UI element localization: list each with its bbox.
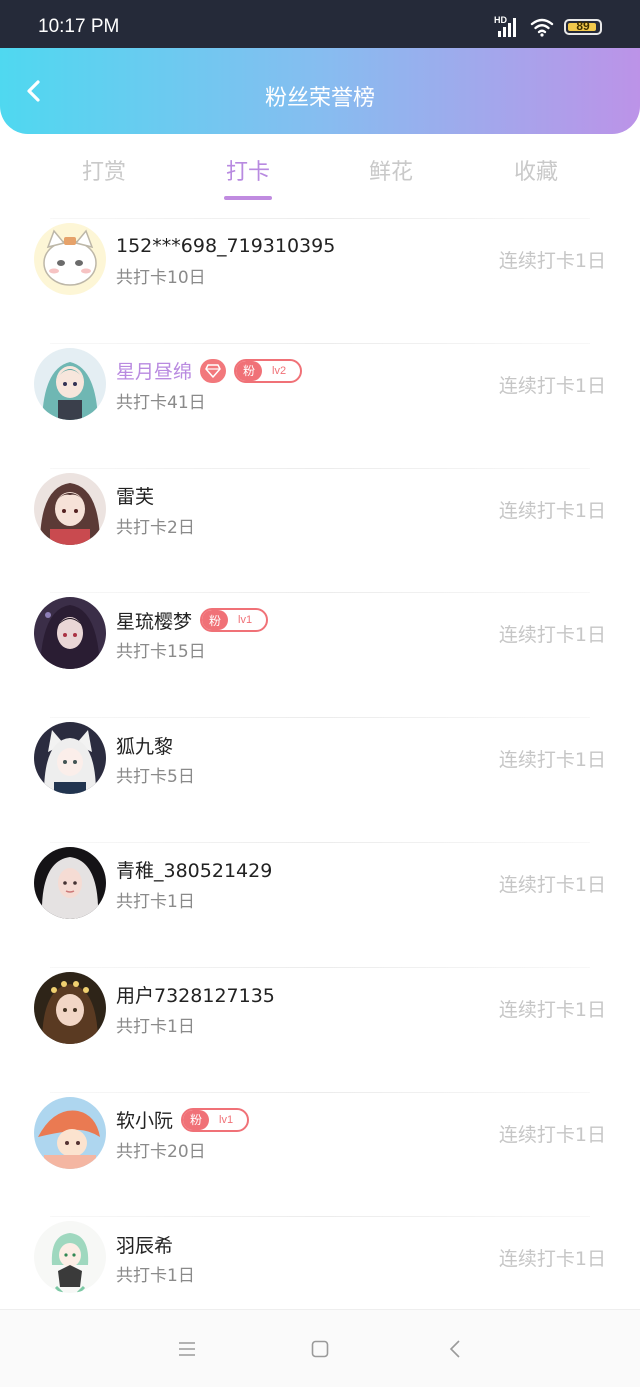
streak-label: 连续打卡1日: [498, 250, 606, 272]
name-line: 星琉樱梦 粉 lv1: [116, 607, 269, 633]
list-item[interactable]: 雷芙 共打卡2日 连续打卡1日: [0, 467, 640, 593]
avatar[interactable]: [34, 223, 106, 295]
fan-name: 青稚_380521429: [116, 860, 273, 883]
row-divider: [50, 1091, 590, 1093]
system-nav-bar: [0, 1309, 640, 1387]
fan-name: 星琉樱梦: [116, 610, 193, 633]
battery-level: 89: [576, 19, 590, 33]
fan-name: 雷芙: [116, 486, 155, 509]
avatar[interactable]: [34, 722, 106, 795]
total-checkins: 共打卡20日: [116, 1141, 206, 1162]
tab-indicator: [224, 196, 272, 200]
fan-name: 152***698_719310395: [116, 235, 336, 257]
wifi-icon: [530, 17, 554, 37]
tab-label: 打卡: [225, 160, 270, 185]
diamond-icon: [200, 358, 227, 383]
fan-level-badge: 粉 lv1: [181, 1107, 250, 1132]
tab-favorites[interactable]: 收藏: [486, 154, 586, 186]
total-checkins: 共打卡2日: [116, 517, 195, 538]
name-line: 狐九黎: [116, 732, 173, 758]
signal-icon: HD: [494, 15, 520, 38]
total-checkins: 共打卡1日: [116, 891, 195, 912]
row-divider: [50, 966, 590, 968]
name-line: 青稚_380521429: [116, 857, 272, 883]
tab-checkin[interactable]: 打卡: [198, 154, 298, 200]
list-item[interactable]: 星琉樱梦 粉 lv1 共打卡15日 连续打卡1日: [0, 592, 640, 717]
fan-badge-label: 粉: [183, 1109, 210, 1130]
row-divider: [50, 717, 590, 719]
tab-label: 打赏: [81, 160, 126, 185]
name-line: 羽辰希: [116, 1231, 173, 1257]
total-checkins: 共打卡1日: [116, 1266, 195, 1287]
total-checkins: 共打卡1日: [116, 1016, 195, 1037]
avatar[interactable]: [34, 597, 106, 670]
fan-level: lv1: [219, 1113, 234, 1126]
name-line: 152***698_719310395: [116, 233, 335, 259]
row-divider: [50, 841, 590, 843]
fan-name: 用户7328127135: [116, 985, 275, 1008]
avatar[interactable]: [34, 347, 106, 420]
row-divider: [50, 218, 590, 219]
streak-label: 连续打卡1日: [498, 749, 606, 772]
fan-level: lv1: [238, 614, 253, 627]
page-header: 粉丝荣誉榜: [0, 48, 640, 134]
row-divider: [50, 1216, 590, 1218]
fan-name: 软小阮: [116, 1110, 174, 1133]
total-checkins: 共打卡15日: [116, 642, 206, 663]
page-title: 粉丝荣誉榜: [264, 86, 375, 111]
list-item[interactable]: 152***698_719310395 共打卡10日 连续打卡1日: [0, 218, 640, 343]
avatar[interactable]: [34, 971, 106, 1044]
streak-label: 连续打卡1日: [498, 499, 606, 522]
fan-name: 星月昼绵: [116, 361, 193, 384]
list-item[interactable]: 青稚_380521429 共打卡1日 连续打卡1日: [0, 841, 640, 967]
row-divider: [50, 467, 590, 469]
back-triangle-icon[interactable]: [440, 1334, 470, 1364]
fan-level-badge: 粉 lv2: [234, 358, 303, 383]
name-line: 用户7328127135: [116, 982, 275, 1008]
status-time: 10:17 PM: [38, 16, 120, 37]
list-item[interactable]: 软小阮 粉 lv1 共打卡20日 连续打卡1日: [0, 1091, 640, 1217]
avatar[interactable]: [34, 472, 106, 545]
streak-label: 连续打卡1日: [498, 374, 606, 397]
fan-level-badge: 粉 lv1: [200, 608, 269, 633]
streak-label: 连续打卡1日: [498, 873, 606, 896]
streak-label: 连续打卡1日: [498, 624, 606, 647]
fan-list: 152***698_719310395 共打卡10日 连续打卡1日 星月昼绵 粉…: [0, 218, 640, 1341]
fan-name: 羽辰希: [116, 1234, 174, 1257]
name-line: 软小阮 粉 lv1: [116, 1107, 250, 1133]
row-divider: [50, 592, 590, 594]
streak-label: 连续打卡1日: [498, 1248, 606, 1271]
name-line: 星月昼绵 粉 lv2: [116, 358, 303, 384]
streak-label: 连续打卡1日: [498, 998, 606, 1021]
avatar[interactable]: [34, 846, 106, 919]
tab-bar: 打赏 打卡 鲜花 收藏: [0, 134, 640, 218]
fan-level: lv2: [272, 364, 287, 377]
home-square-icon[interactable]: [305, 1334, 335, 1364]
tab-flowers[interactable]: 鲜花: [341, 154, 441, 186]
name-line: 雷芙: [116, 483, 154, 509]
battery-icon: 89: [564, 19, 602, 35]
total-checkins: 共打卡5日: [116, 767, 195, 788]
menu-icon[interactable]: [172, 1334, 202, 1364]
tab-label: 鲜花: [368, 160, 413, 185]
list-item[interactable]: 狐九黎 共打卡5日 连续打卡1日: [0, 717, 640, 842]
tab-tip[interactable]: 打赏: [54, 154, 154, 186]
avatar[interactable]: [34, 1096, 106, 1169]
status-bar: 10:17 PM HD 89: [0, 0, 640, 48]
fan-badge-label: 粉: [236, 360, 263, 381]
fan-name: 狐九黎: [116, 735, 174, 758]
list-item[interactable]: 用户7328127135 共打卡1日 连续打卡1日: [0, 966, 640, 1092]
tab-label: 收藏: [513, 160, 558, 185]
fan-badge-label: 粉: [202, 610, 229, 631]
total-checkins: 共打卡10日: [116, 268, 206, 288]
streak-label: 连续打卡1日: [498, 1123, 606, 1146]
total-checkins: 共打卡41日: [116, 392, 206, 413]
status-icons: HD 89: [494, 15, 602, 38]
row-divider: [50, 342, 590, 344]
avatar[interactable]: [34, 1221, 106, 1294]
list-item[interactable]: 星月昼绵 粉 lv2 共打卡41日 连续打卡1日: [0, 342, 640, 468]
